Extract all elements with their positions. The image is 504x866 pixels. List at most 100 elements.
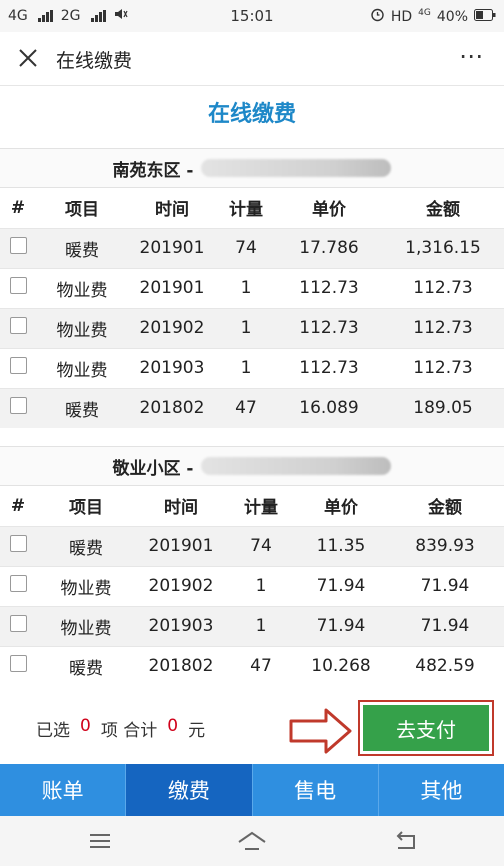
row-period: 201903 bbox=[136, 605, 226, 646]
battery-text: 40% bbox=[436, 8, 468, 25]
row-price: 16.089 bbox=[276, 387, 382, 428]
billing-section-2: 敬业小区 - # 项目 时间 计量 单价 金额 暖费 201901 74 11.… bbox=[0, 446, 504, 686]
row-item: 暖费 bbox=[36, 227, 128, 268]
bill-table: # 项目 时间 计量 单价 金额 暖费 201901 74 17.786 1,3… bbox=[0, 188, 504, 428]
summary-text: 已选 0 项 合计 0 元 bbox=[36, 716, 205, 741]
col-header-period: 时间 bbox=[128, 188, 216, 228]
redacted-address bbox=[201, 159, 392, 177]
status-bar: 4G 2G 15:01 HD 4G 40% bbox=[0, 0, 504, 32]
selected-count: 0 bbox=[80, 716, 91, 736]
system-nav-bar bbox=[0, 816, 504, 866]
row-price: 17.786 bbox=[276, 227, 382, 268]
row-period: 201802 bbox=[136, 645, 226, 686]
row-period: 201802 bbox=[128, 387, 216, 428]
row-checkbox[interactable] bbox=[0, 227, 36, 268]
table-row: 物业费 201902 1 71.94 71.94 bbox=[0, 565, 504, 606]
hd-label: HD bbox=[390, 8, 413, 25]
community-name: 南苑东区 - bbox=[112, 160, 194, 181]
col-header-item: 项目 bbox=[36, 188, 128, 228]
col-header-index: # bbox=[0, 486, 36, 526]
row-item: 暖费 bbox=[36, 387, 128, 428]
row-item: 物业费 bbox=[36, 307, 128, 348]
page-title: 在线缴费 bbox=[0, 86, 504, 148]
row-period: 201903 bbox=[128, 347, 216, 388]
tab-payment[interactable]: 缴费 bbox=[126, 764, 253, 816]
row-qty: 74 bbox=[226, 525, 296, 566]
row-price: 71.94 bbox=[296, 565, 386, 606]
row-qty: 1 bbox=[226, 605, 296, 646]
row-price: 11.35 bbox=[296, 525, 386, 566]
row-qty: 74 bbox=[216, 227, 276, 268]
row-price: 112.73 bbox=[276, 347, 382, 388]
table-row: 物业费 201901 1 112.73 112.73 bbox=[0, 267, 504, 308]
row-amount: 1,316.15 bbox=[382, 227, 504, 268]
row-checkbox[interactable] bbox=[0, 525, 36, 566]
items-label: 项 合计 bbox=[100, 721, 158, 741]
tab-electricity[interactable]: 售电 bbox=[253, 764, 379, 816]
billing-section-1: 南苑东区 - # 项目 时间 计量 单价 金额 暖费 201901 74 17.… bbox=[0, 148, 504, 428]
row-item: 暖费 bbox=[36, 525, 136, 566]
row-item: 暖费 bbox=[36, 645, 136, 686]
row-amount: 482.59 bbox=[386, 645, 504, 686]
row-period: 201901 bbox=[136, 525, 226, 566]
row-amount: 189.05 bbox=[382, 387, 504, 428]
row-checkbox[interactable] bbox=[0, 267, 36, 308]
col-header-price: 单价 bbox=[296, 486, 386, 526]
table-row: 暖费 201802 47 10.268 482.59 bbox=[0, 645, 504, 686]
table-row: 暖费 201802 47 16.089 189.05 bbox=[0, 387, 504, 428]
row-amount: 112.73 bbox=[382, 267, 504, 308]
table-row: 暖费 201901 74 17.786 1,316.15 bbox=[0, 227, 504, 268]
row-checkbox[interactable] bbox=[0, 605, 36, 646]
community-name: 敬业小区 - bbox=[112, 458, 194, 479]
alarm-icon bbox=[370, 7, 385, 26]
selected-label: 已选 bbox=[36, 721, 70, 741]
row-checkbox[interactable] bbox=[0, 347, 36, 388]
col-header-index: # bbox=[0, 188, 36, 228]
pay-button[interactable]: 去支付 bbox=[358, 700, 494, 756]
table-row: 物业费 201903 1 71.94 71.94 bbox=[0, 605, 504, 646]
row-checkbox[interactable] bbox=[0, 387, 36, 428]
menu-icon[interactable] bbox=[86, 828, 114, 854]
back-icon[interactable] bbox=[392, 828, 420, 854]
more-options-icon[interactable]: ⋯ bbox=[459, 42, 484, 70]
row-qty: 1 bbox=[216, 267, 276, 308]
col-header-amount: 金额 bbox=[382, 188, 504, 228]
table-header-row: # 项目 时间 计量 单价 金额 bbox=[0, 486, 504, 526]
battery-icon bbox=[474, 8, 496, 25]
status-right: HD 4G 40% bbox=[370, 7, 496, 26]
row-item: 物业费 bbox=[36, 347, 128, 388]
community-header: 敬业小区 - bbox=[0, 446, 504, 486]
row-qty: 1 bbox=[216, 347, 276, 388]
row-qty: 1 bbox=[216, 307, 276, 348]
col-header-qty: 计量 bbox=[216, 188, 276, 228]
row-price: 71.94 bbox=[296, 605, 386, 646]
col-header-period: 时间 bbox=[136, 486, 226, 526]
table-row: 暖费 201901 74 11.35 839.93 bbox=[0, 525, 504, 566]
tab-bill[interactable]: 账单 bbox=[0, 764, 127, 816]
col-header-amount: 金额 bbox=[386, 486, 504, 526]
total-amount: 0 bbox=[167, 716, 179, 736]
table-row: 物业费 201902 1 112.73 112.73 bbox=[0, 307, 504, 348]
col-header-item: 项目 bbox=[36, 486, 136, 526]
net-4g-label: 4G bbox=[418, 7, 431, 18]
row-amount: 839.93 bbox=[386, 525, 504, 566]
tab-other[interactable]: 其他 bbox=[379, 764, 504, 816]
arrow-right-icon bbox=[289, 708, 352, 754]
row-checkbox[interactable] bbox=[0, 307, 36, 348]
row-amount: 112.73 bbox=[382, 347, 504, 388]
pay-button-label: 去支付 bbox=[363, 705, 489, 751]
row-price: 112.73 bbox=[276, 307, 382, 348]
row-item: 物业费 bbox=[36, 605, 136, 646]
community-header: 南苑东区 - bbox=[0, 148, 504, 188]
close-icon[interactable] bbox=[14, 44, 42, 72]
row-item: 物业费 bbox=[36, 565, 136, 606]
row-checkbox[interactable] bbox=[0, 565, 36, 606]
row-checkbox[interactable] bbox=[0, 645, 36, 686]
window-title: 在线缴费 bbox=[56, 50, 133, 72]
row-amount: 71.94 bbox=[386, 605, 504, 646]
row-period: 201901 bbox=[128, 227, 216, 268]
row-amount: 71.94 bbox=[386, 565, 504, 606]
home-icon[interactable] bbox=[236, 828, 266, 854]
title-bar: 在线缴费 ⋯ bbox=[0, 32, 504, 86]
row-price: 112.73 bbox=[276, 267, 382, 308]
